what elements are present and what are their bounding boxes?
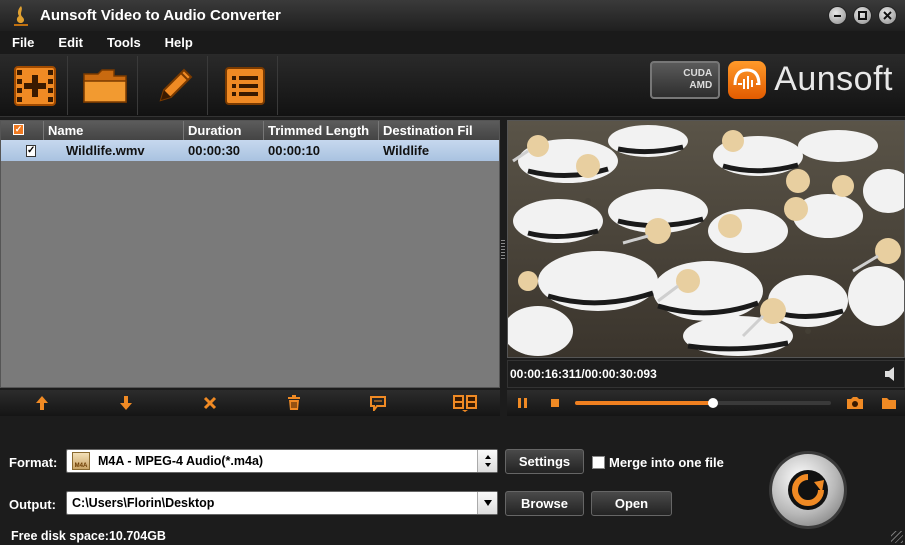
- open-button[interactable]: Open: [591, 491, 672, 516]
- time-display-bar: 00:00:16:311/00:00:30:093: [507, 360, 905, 388]
- resize-grip[interactable]: [891, 531, 903, 543]
- seek-progress: [575, 401, 714, 405]
- stop-button[interactable]: [545, 394, 565, 412]
- arrow-down-icon: [120, 396, 132, 410]
- arrow-up-icon: [36, 396, 48, 410]
- m4a-format-icon: M4A: [72, 452, 90, 470]
- list-icon: [224, 66, 265, 105]
- output-dropdown-arrow-icon[interactable]: [477, 492, 497, 514]
- brand-name: Aunsoft: [774, 60, 893, 98]
- aunsoft-logo-icon: [728, 60, 767, 99]
- menu-edit[interactable]: Edit: [46, 35, 95, 50]
- column-trimmed-length[interactable]: Trimmed Length: [264, 121, 379, 140]
- column-destination[interactable]: Destination Fil: [379, 121, 499, 140]
- pencil-icon: [159, 68, 192, 101]
- file-trimmed-length: 00:00:10: [268, 143, 321, 158]
- task-list-button[interactable]: [212, 56, 278, 115]
- video-preview: [507, 120, 905, 358]
- output-settings-panel: Format: M4A M4A - MPEG-4 Audio(*.m4a) Se…: [0, 418, 905, 545]
- cuda-amd-badge: CUDA AMD: [650, 60, 721, 99]
- pause-icon: [518, 398, 527, 408]
- format-select[interactable]: M4A M4A - MPEG-4 Audio(*.m4a): [66, 449, 498, 473]
- seek-slider[interactable]: [575, 398, 831, 408]
- select-all-cell: ✓: [1, 121, 44, 140]
- comment-icon: [370, 395, 386, 411]
- volume-icon[interactable]: [884, 367, 900, 381]
- menu-tools[interactable]: Tools: [95, 35, 153, 50]
- list-toolbar: [0, 390, 500, 416]
- camera-icon: [847, 397, 863, 409]
- merge-button[interactable]: [452, 394, 478, 412]
- brand-area: CUDA AMD Aunsoft: [650, 60, 893, 99]
- open-snapshot-folder-button[interactable]: [879, 394, 899, 412]
- format-value: M4A - MPEG-4 Audio(*.m4a): [98, 454, 264, 468]
- move-down-button[interactable]: [116, 394, 136, 412]
- cuda-label: CUDA: [683, 67, 713, 79]
- convert-button[interactable]: [772, 454, 844, 526]
- folder-icon: [82, 68, 127, 103]
- seek-handle[interactable]: [708, 398, 719, 408]
- properties-button[interactable]: [368, 394, 388, 412]
- menu-help[interactable]: Help: [153, 35, 205, 50]
- film-strip-icon: [453, 395, 477, 412]
- add-video-button[interactable]: [2, 56, 68, 115]
- select-all-checkbox[interactable]: ✓: [13, 124, 24, 135]
- add-folder-button[interactable]: [72, 56, 138, 115]
- app-logo-icon: [12, 5, 30, 27]
- menu-file[interactable]: File: [0, 35, 46, 50]
- convert-arrow-icon: [788, 470, 828, 510]
- file-destination: Wildlife: [383, 143, 430, 158]
- minimize-button[interactable]: [828, 6, 847, 25]
- row-checkbox[interactable]: ✓: [26, 144, 37, 157]
- folder-icon: [882, 398, 896, 409]
- output-path-field[interactable]: C:\Users\Florin\Desktop: [66, 491, 498, 515]
- pause-button[interactable]: [513, 394, 533, 412]
- merge-checkbox[interactable]: [592, 456, 605, 469]
- clear-list-button[interactable]: [284, 394, 304, 412]
- merge-label: Merge into one file: [609, 455, 724, 470]
- stop-icon: [551, 399, 559, 407]
- main-toolbar: CUDA AMD Aunsoft: [0, 54, 905, 117]
- x-icon: [203, 396, 217, 410]
- list-header: ✓ Name Duration Trimmed Length Destinati…: [1, 121, 499, 140]
- table-row[interactable]: ✓ Wildlife.wmv 00:00:30 00:00:10 Wildlif…: [1, 140, 499, 161]
- format-label: Format:: [9, 455, 58, 470]
- column-name[interactable]: Name: [44, 121, 184, 140]
- amd-label: AMD: [689, 79, 713, 91]
- column-duration[interactable]: Duration: [184, 121, 264, 140]
- playback-controls: [507, 390, 905, 416]
- free-disk-space: Free disk space:10.704GB: [11, 529, 166, 543]
- remove-button[interactable]: [200, 394, 220, 412]
- snapshot-button[interactable]: [845, 394, 865, 412]
- edit-button[interactable]: [142, 56, 208, 115]
- output-label: Output:: [9, 497, 56, 512]
- maximize-button[interactable]: [853, 6, 872, 25]
- file-list[interactable]: ✓ Name Duration Trimmed Length Destinati…: [0, 120, 500, 388]
- film-plus-icon: [13, 65, 56, 106]
- video-frame-image: [508, 121, 904, 357]
- format-dropdown-arrow-icon[interactable]: [477, 450, 497, 472]
- title-bar: Aunsoft Video to Audio Converter: [0, 0, 905, 31]
- close-button[interactable]: [878, 6, 897, 25]
- file-duration: 00:00:30: [188, 143, 241, 158]
- move-up-button[interactable]: [32, 394, 52, 412]
- window-title: Aunsoft Video to Audio Converter: [40, 7, 281, 24]
- file-name: Wildlife.wmv: [66, 143, 145, 158]
- menu-bar: File Edit Tools Help: [0, 31, 905, 54]
- settings-button[interactable]: Settings: [505, 449, 584, 474]
- output-path-value: C:\Users\Florin\Desktop: [72, 496, 215, 510]
- browse-button[interactable]: Browse: [505, 491, 584, 516]
- trash-icon: [288, 395, 300, 410]
- playback-time: 00:00:16:311/00:00:30:093: [510, 367, 657, 381]
- pane-splitter[interactable]: [501, 240, 505, 260]
